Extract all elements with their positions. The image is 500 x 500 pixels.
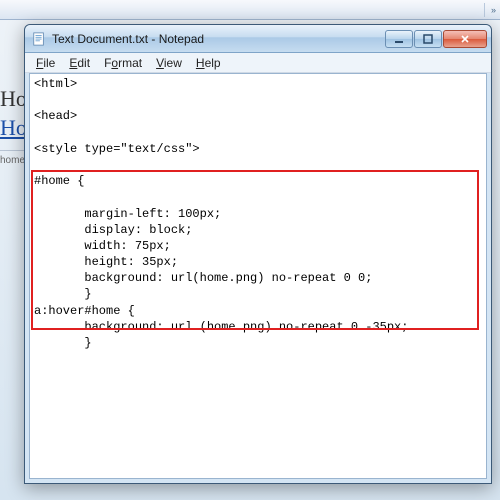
menu-view[interactable]: View [149, 55, 189, 71]
code-line: height: 35px; [34, 255, 178, 269]
code-line: } [34, 287, 92, 301]
window-title: Text Document.txt - Notepad [52, 32, 385, 46]
desktop-background: » Hor Hor home Text Document.txt - Notep… [0, 0, 500, 500]
window-controls [385, 30, 487, 48]
code-line: background: url (home.png) no-repeat 0 -… [34, 320, 408, 334]
menu-format[interactable]: Format [97, 55, 149, 71]
code-line: <head> [34, 109, 77, 123]
menu-help[interactable]: Help [189, 55, 228, 71]
code-line: a:hover#home { [34, 304, 135, 318]
code-line: background: url(home.png) no-repeat 0 0; [34, 271, 372, 285]
background-footer-text: home [0, 150, 25, 166]
code-line: margin-left: 100px; [34, 207, 221, 221]
toolbar-separator [484, 3, 485, 17]
overflow-chevron-icon[interactable]: » [491, 5, 496, 15]
code-line: <style type="text/css"> [34, 142, 200, 156]
text-editor-area[interactable]: <html> <head> <style type="text/css"> #h… [29, 73, 487, 479]
code-line: display: block; [34, 223, 192, 237]
close-button[interactable] [443, 30, 487, 48]
menu-file[interactable]: File [29, 55, 62, 71]
menu-edit[interactable]: Edit [62, 55, 97, 71]
maximize-button[interactable] [414, 30, 442, 48]
minimize-button[interactable] [385, 30, 413, 48]
code-line: <html> [34, 77, 77, 91]
code-line: width: 75px; [34, 239, 171, 253]
notepad-window: Text Document.txt - Notepad File Edit Fo… [24, 24, 492, 484]
code-line: #home { [34, 174, 84, 188]
notepad-icon [31, 31, 47, 47]
titlebar[interactable]: Text Document.txt - Notepad [25, 25, 491, 53]
menubar: File Edit Format View Help [25, 53, 491, 73]
browser-toolbar-fragment: » [0, 0, 500, 20]
code-line: } [34, 336, 92, 350]
